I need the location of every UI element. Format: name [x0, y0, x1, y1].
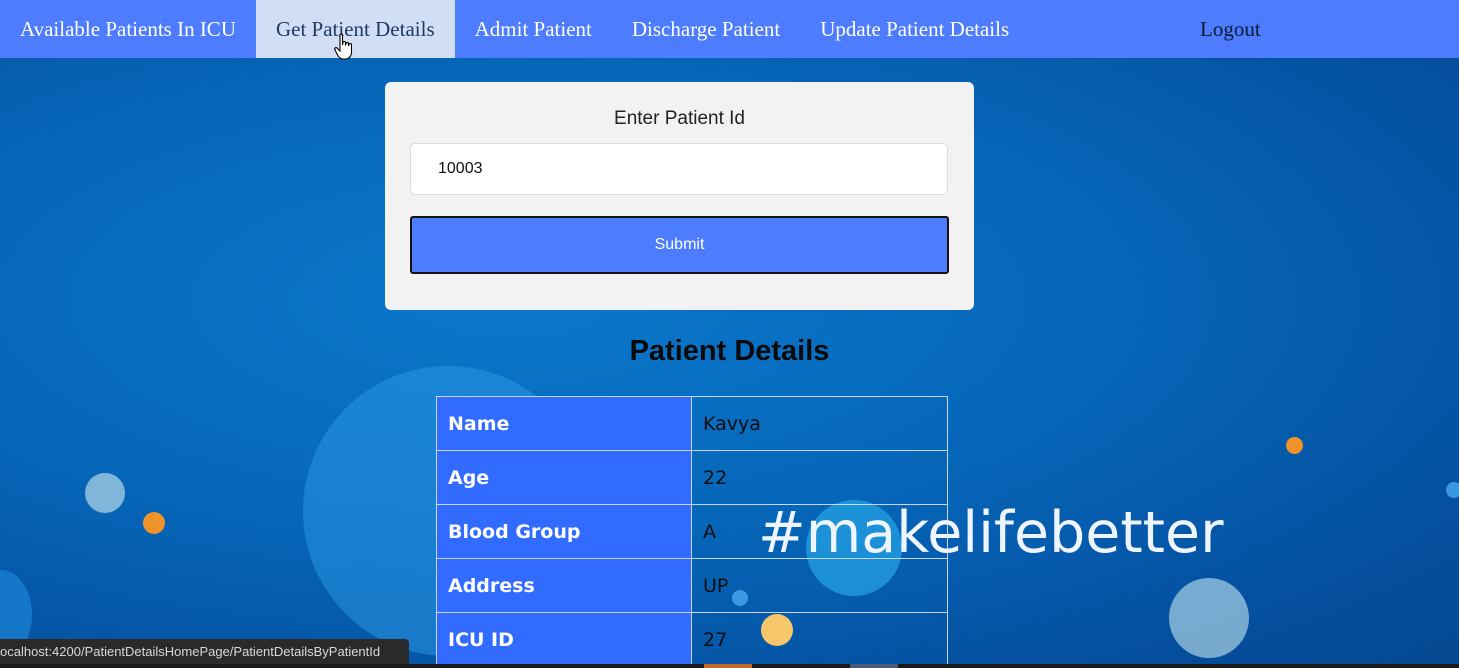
patient-id-form: Enter Patient Id Submit [385, 82, 974, 310]
nav-admit-patient[interactable]: Admit Patient [455, 0, 612, 58]
top-nav: Available Patients In ICU Get Patient De… [0, 0, 1459, 58]
taskbar-item [850, 664, 898, 668]
row-value: Kavya [691, 396, 948, 451]
background-hashtag: #makelifebetter [758, 500, 1224, 566]
bokeh-orange-right [1286, 437, 1303, 454]
patient-id-label: Enter Patient Id [614, 108, 745, 129]
row-value: 22 [691, 450, 948, 505]
nav-logout[interactable]: Logout [1180, 0, 1281, 58]
row-key: Age [436, 450, 692, 505]
patient-details-heading: Patient Details [629, 335, 830, 367]
browser-status-url: ocalhost:4200/PatientDetailsHomePage/Pat… [0, 639, 409, 665]
nav-available-patients[interactable]: Available Patients In ICU [0, 0, 256, 58]
row-value: 27 [691, 612, 948, 667]
bokeh-right [1169, 578, 1249, 658]
table-row: Age 22 [436, 450, 948, 505]
row-key: Blood Group [436, 504, 692, 559]
row-key: Name [436, 396, 692, 451]
bokeh-edge-right [1446, 482, 1459, 498]
bokeh-orange [143, 512, 165, 534]
submit-button[interactable]: Submit [410, 216, 949, 274]
row-key: ICU ID [436, 612, 692, 667]
patient-id-input[interactable] [410, 143, 948, 195]
table-row: ICU ID 27 [436, 612, 948, 667]
row-key: Address [436, 558, 692, 613]
nav-update-patient-details[interactable]: Update Patient Details [800, 0, 1029, 58]
taskbar-item [704, 664, 752, 668]
bokeh-small [85, 473, 125, 513]
hand-cursor-icon [334, 33, 353, 60]
table-row: Address UP [436, 558, 948, 613]
nav-discharge-patient[interactable]: Discharge Patient [612, 0, 800, 58]
table-row: Name Kavya [436, 396, 948, 451]
row-value: UP [691, 558, 948, 613]
